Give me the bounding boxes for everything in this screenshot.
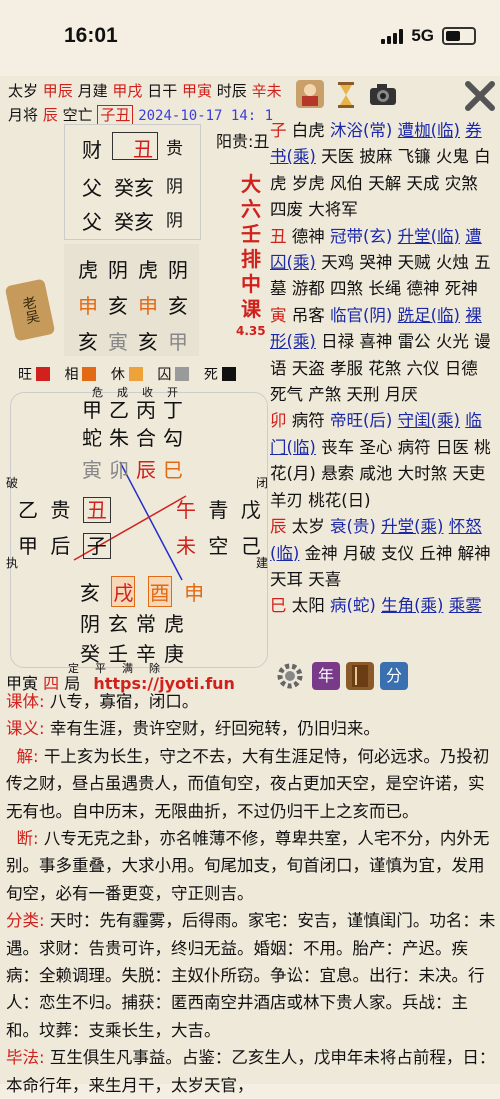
hourglass-icon[interactable] <box>332 80 360 108</box>
signal-icon <box>381 28 404 44</box>
interpretation-section: 课体: 八专，寡宿，闭口。 课义: 幸有生涯，贵许空财，纡回宛转，仍旧归来。 解… <box>6 688 496 1099</box>
duan-para: 断: 八专无克之卦，亦名帷薄不修，尊卑共室，人宅不分，内外无别。事多重叠，大求小… <box>6 829 490 903</box>
tianpan-top-row1: 甲乙丙丁 <box>82 398 190 422</box>
status-bar: 16:01 5G <box>0 0 500 76</box>
shensha-yin: 寅 吊客 临官(阴) 跣足(临) 裸形(乘) 日禄 喜神 雷公 火光 谩语 天盗… <box>270 305 491 405</box>
keyi-para: 课义: 幸有生涯，贵许空财，纡回宛转，仍旧归来。 <box>6 719 380 739</box>
close-icon[interactable] <box>464 80 496 112</box>
tianpan-top-row3: 寅卯辰巳 <box>82 458 190 482</box>
mid-right-b: 未 空 己 <box>176 534 261 558</box>
tianpan-bot-row1: 亥 戌 酉 申 <box>80 576 204 607</box>
edge-po: 破 <box>6 476 19 490</box>
battery-icon <box>442 27 476 45</box>
app-window: 太岁 甲辰 月建 甲戌 日干 甲寅 时辰 辛未 月将 辰 空亡 子丑 2024-… <box>0 76 500 1095</box>
status-time: 16:01 <box>64 24 118 47</box>
tianpan-top-row2: 蛇朱合勾 <box>82 426 190 450</box>
sage-icon[interactable] <box>296 80 324 108</box>
mid-left-b: 甲 后 子 <box>18 530 111 559</box>
mid-left-a: 乙 贵 丑 <box>18 494 111 523</box>
network-label: 5G <box>411 26 434 45</box>
mid-right-a: 午 青 戊 <box>176 498 261 522</box>
edge-bi: 闭 <box>256 476 269 490</box>
bifa-para: 毕法: 互生俱生凡事益。占鉴：乙亥生人，戊申年未将占前程，日：本命行年，来生月干… <box>6 1048 496 1095</box>
fenlei-para: 分类: 天时：先有霾雾，后得雨。家宅：安吉，谨慎闺门。功名：未遇。求财：告贵可许… <box>6 911 496 1040</box>
shensha-chou: 丑 德神 冠带(玄) 升堂(临) 遭囚(乘) 天鸡 哭神 天贼 火烛 五墓 游都… <box>270 226 491 299</box>
shensha-panel: 子 白虎 沐浴(常) 遭枷(临) 券书(乘) 天医 披麻 飞镰 火鬼 白虎 岁虎… <box>270 118 498 684</box>
camera-icon[interactable] <box>368 82 396 110</box>
keti-para: 课体: 八专，寡宿，闭口。 <box>6 692 199 711</box>
shensha-mao: 卯 病符 帝旺(后) 守闺(乘) 临门(临) 丧车 圣心 病符 日医 桃花(月)… <box>270 411 491 510</box>
shensha-chen: 辰 太岁 衰(贵) 升堂(乘) 怀怒(临) 金神 月破 支仪 丘神 解神 天耳 … <box>270 517 491 589</box>
status-icons: 5G <box>381 26 476 46</box>
edge-zhi: 执 <box>6 556 19 570</box>
shensha-zi: 子 白虎 沐浴(常) 遭枷(临) 券书(乘) 天医 披麻 飞镰 火鬼 白虎 岁虎… <box>270 121 491 220</box>
shensha-si: 巳 太阳 病(蛇) 生角(乘) 乘雾 <box>270 596 482 616</box>
tianpan-bot-row2: 阴玄常虎 <box>80 612 192 636</box>
jie-para: 解: 干上亥为长生，守之不去，大有生涯足恃，何必远求。乃投初传之财，昼占虽遇贵人… <box>6 746 490 821</box>
